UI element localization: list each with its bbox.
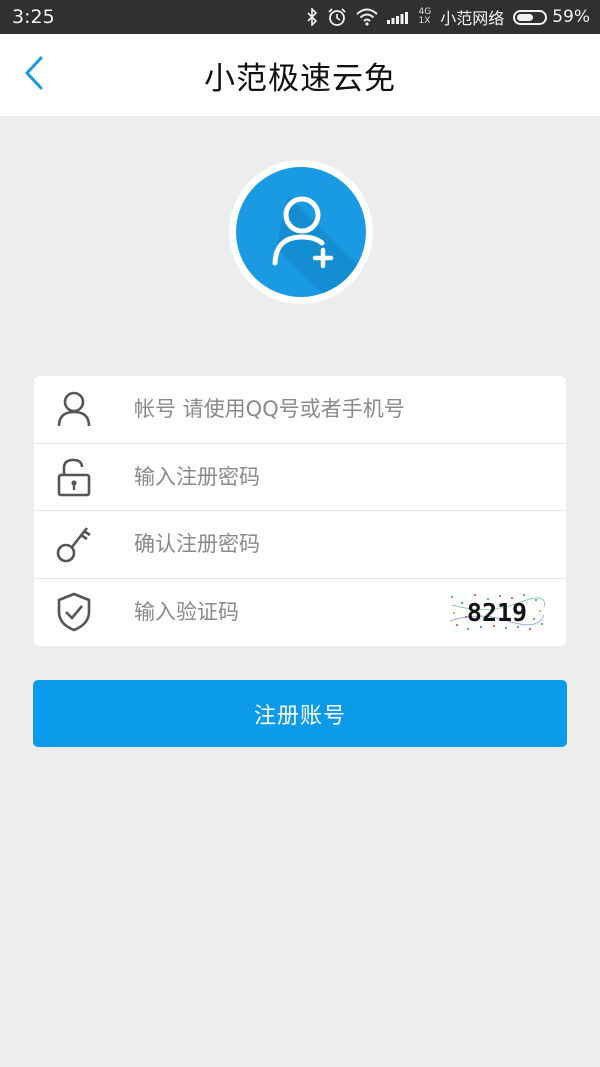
status-time: 3:25 bbox=[12, 6, 55, 28]
network-type: 4G 1X bbox=[418, 7, 432, 26]
account-input[interactable] bbox=[132, 376, 542, 443]
password-input[interactable] bbox=[132, 443, 542, 510]
account-row bbox=[34, 376, 566, 444]
chevron-left-icon bbox=[24, 56, 44, 94]
register-form: 8219 bbox=[34, 376, 566, 646]
bluetooth-icon bbox=[306, 8, 318, 26]
battery-percent: 59% bbox=[552, 7, 590, 27]
captcha-code: 8219 bbox=[467, 598, 527, 627]
captcha-image[interactable]: 8219 bbox=[448, 591, 546, 633]
status-bar: 3:25 4G 1X 小范网络 59% bbox=[0, 0, 600, 34]
page-title: 小范极速云免 bbox=[204, 60, 396, 97]
shield-check-icon bbox=[54, 592, 94, 632]
confirm-password-input[interactable] bbox=[132, 511, 542, 578]
avatar-circle bbox=[236, 167, 366, 297]
avatar[interactable] bbox=[229, 160, 373, 304]
battery-icon bbox=[513, 9, 548, 25]
signal-icon bbox=[387, 10, 409, 24]
password-row bbox=[34, 443, 566, 511]
battery-indicator: 59% bbox=[513, 7, 590, 27]
battery-fill bbox=[517, 13, 533, 21]
user-icon bbox=[54, 389, 94, 429]
alarm-icon bbox=[327, 7, 347, 27]
carrier-name: 小范网络 bbox=[440, 9, 505, 28]
back-button[interactable] bbox=[14, 52, 54, 98]
key-icon bbox=[54, 524, 94, 564]
confirm-password-row bbox=[34, 511, 566, 579]
add-user-icon bbox=[272, 195, 366, 297]
captcha-input[interactable] bbox=[132, 578, 436, 646]
header: 小范极速云免 bbox=[0, 34, 600, 116]
status-icons: 4G 1X 小范网络 59% bbox=[306, 5, 590, 29]
captcha-row: 8219 bbox=[34, 578, 566, 646]
register-button[interactable]: 注册账号 bbox=[33, 680, 567, 747]
wifi-icon bbox=[356, 8, 379, 26]
unlock-icon bbox=[54, 457, 94, 497]
